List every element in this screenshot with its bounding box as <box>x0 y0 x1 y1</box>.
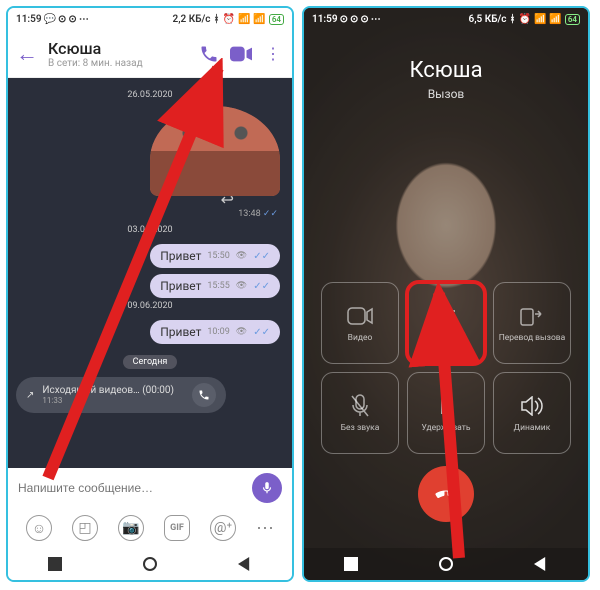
chat-header: ← Ксюша В сети: 8 мин. назад ⋮ <box>8 30 292 78</box>
bubble-icon: ⊙ <box>68 14 76 25</box>
mic-button[interactable] <box>252 473 282 503</box>
gif-button[interactable]: GIF <box>164 515 190 541</box>
date-divider: 26.05.2020 <box>16 90 284 100</box>
mute-button[interactable]: Без звука <box>321 372 399 454</box>
bubble-icon: ⊙ <box>340 14 348 25</box>
call-controls-grid: Видео Добавить участника Перевод вызова … <box>321 282 571 454</box>
voice-call-button[interactable] <box>198 43 220 65</box>
sticker-message[interactable] <box>150 106 280 196</box>
speaker-icon <box>519 393 545 419</box>
phone-chat-screen: 11:59 💬 ⊙ ⊙ ⋯ 2,2 КБ/с ᚼ ⏰ 📶 📶 64 ← Ксюш… <box>6 6 294 582</box>
call-status: Вызов <box>428 87 465 101</box>
mic-off-icon <box>347 393 373 419</box>
contact-name[interactable]: Ксюша <box>48 39 188 58</box>
chat-body[interactable]: 26.05.2020 ↩ 13:48 ✓✓ 03.06.2020 Привет1… <box>8 78 292 468</box>
eye-icon: 👁 <box>236 251 247 261</box>
dots-icon: ⋯ <box>371 14 381 25</box>
status-time: 11:59 <box>312 14 338 25</box>
signal-icon: 📶 <box>238 14 250 25</box>
net-speed: 2,2 КБ/с <box>172 14 210 25</box>
video-call-button[interactable] <box>230 43 252 65</box>
status-bar: 11:59 ⊙ ⊙ ⊙ ⋯ 6,5 КБ/с ᚼ ⏰ 📶 📶 64 <box>304 8 588 30</box>
gallery-button[interactable]: ◰ <box>72 515 98 541</box>
tool-bar: ☺ ◰ 📷 GIF @⁺ ⋯ <box>8 508 292 548</box>
signal-icon: 📶 <box>534 14 546 25</box>
eye-icon: 👁 <box>236 281 247 291</box>
back-button[interactable]: ← <box>16 41 38 67</box>
dots-icon: ⋯ <box>79 14 89 25</box>
back-nav-button[interactable] <box>238 557 252 571</box>
transfer-call-button[interactable]: Перевод вызова <box>493 282 571 364</box>
today-divider: Сегодня <box>123 355 178 369</box>
message-out[interactable]: Привет15:50👁✓✓ <box>150 244 280 268</box>
status-bar: 11:59 💬 ⊙ ⊙ ⋯ 2,2 КБ/с ᚼ ⏰ 📶 📶 64 <box>8 8 292 30</box>
home-button[interactable] <box>143 557 157 571</box>
status-time: 11:59 <box>16 14 42 25</box>
wifi-icon: 📶 <box>549 14 561 25</box>
bluetooth-icon: ᚼ <box>510 14 516 25</box>
msg-icon: 💬 <box>44 14 56 25</box>
bubble-icon: ⊙ <box>360 14 368 25</box>
alarm-icon: ⏰ <box>223 14 235 25</box>
call-out-icon: ↗ <box>26 390 34 401</box>
callback-button[interactable] <box>192 383 216 407</box>
message-input[interactable] <box>18 481 242 495</box>
hangup-button[interactable] <box>418 466 474 522</box>
more-button[interactable]: ⋯ <box>256 518 274 539</box>
phone-call-screen: 11:59 ⊙ ⊙ ⊙ ⋯ 6,5 КБ/с ᚼ ⏰ 📶 📶 64 Ксюша … <box>302 6 590 582</box>
video-icon <box>347 303 373 329</box>
speaker-button[interactable]: Динамик <box>493 372 571 454</box>
recents-button[interactable] <box>48 557 62 571</box>
date-divider: 09.06.2020 <box>16 301 284 311</box>
input-bar <box>8 468 292 508</box>
call-log-message[interactable]: ↗ Исходящий видеов… (00:00) 11:33 <box>16 377 226 413</box>
last-seen: В сети: 8 мин. назад <box>48 58 188 69</box>
message-out[interactable]: Привет10:09👁✓✓ <box>150 320 280 344</box>
message-out[interactable]: Привет15:55👁✓✓ <box>150 274 280 298</box>
android-nav-bar <box>8 548 292 580</box>
plus-icon <box>433 298 459 324</box>
menu-button[interactable]: ⋮ <box>262 43 284 65</box>
pause-icon <box>433 393 459 419</box>
bluetooth-icon: ᚼ <box>214 14 220 25</box>
wifi-icon: 📶 <box>253 14 265 25</box>
call-contact-name: Ксюша <box>409 58 482 83</box>
bubble-icon: ⊙ <box>350 14 358 25</box>
battery-icon: 64 <box>565 14 580 25</box>
add-participant-button[interactable]: Добавить участника <box>407 282 485 364</box>
battery-icon: 64 <box>269 14 284 25</box>
sticker-picker-button[interactable]: ☺ <box>26 515 52 541</box>
alarm-icon: ⏰ <box>519 14 531 25</box>
camera-button[interactable]: 📷 <box>118 515 144 541</box>
eye-icon: 👁 <box>236 327 247 337</box>
net-speed: 6,5 КБ/с <box>468 14 506 25</box>
video-button[interactable]: Видео <box>321 282 399 364</box>
bubble-icon: ⊙ <box>58 14 66 25</box>
mention-button[interactable]: @⁺ <box>210 515 236 541</box>
hold-button[interactable]: Удерживать <box>407 372 485 454</box>
date-divider: 03.06.2020 <box>16 225 284 235</box>
transfer-icon <box>519 303 545 329</box>
